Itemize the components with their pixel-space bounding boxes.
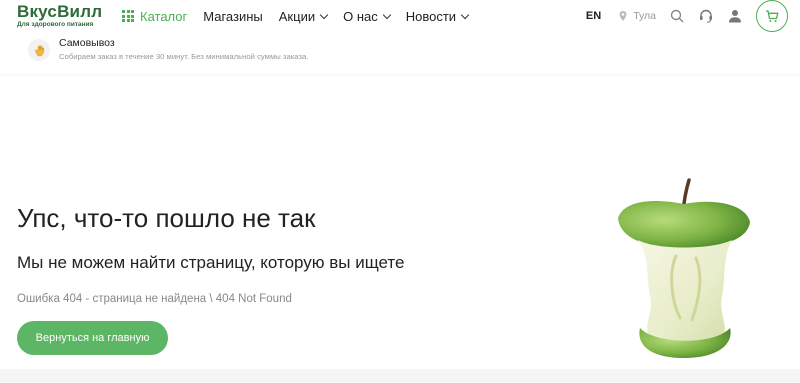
error-title: Упс, что-то пошло не так [17, 203, 316, 233]
city-label: Тула [633, 10, 656, 22]
nav-stores-label: Магазины [203, 8, 263, 24]
pickup-info[interactable]: Самовывоз Собираем заказ в течение 30 ми… [28, 37, 334, 61]
header-actions: EN Тула [586, 0, 788, 32]
nav-about[interactable]: О нас [343, 8, 391, 24]
support-icon [700, 9, 712, 23]
nav-promos-label: Акции [278, 8, 316, 24]
pickup-description: Собираем заказ в течение 30 минут. Без м… [59, 52, 309, 61]
nav-news[interactable]: Новости [405, 8, 470, 24]
main-nav: Каталог Магазины Акции О нас Новости [122, 7, 484, 25]
cart-button[interactable] [756, 0, 788, 32]
hand-icon [28, 39, 50, 61]
user-icon [729, 10, 741, 23]
cart-icon [766, 10, 779, 22]
nav-catalog[interactable]: Каталог [122, 9, 187, 24]
chevron-down-icon [382, 10, 391, 19]
pickup-title: Самовывоз [59, 37, 115, 49]
nav-stores[interactable]: Магазины [203, 9, 263, 24]
back-home-button[interactable]: Вернуться на главную [17, 321, 168, 355]
pickup-text: Самовывоз Собираем заказ в течение 30 ми… [59, 37, 334, 61]
logo-tagline: Для здорового питания [17, 21, 94, 28]
apple-core-image [610, 178, 760, 365]
search-button[interactable] [670, 9, 684, 23]
chevron-down-icon [460, 10, 470, 19]
chevron-down-icon [319, 10, 329, 19]
language-switch[interactable]: EN [586, 10, 601, 22]
search-icon [670, 9, 684, 23]
city-selector[interactable]: Тула [617, 10, 656, 22]
location-pin-icon [619, 11, 627, 21]
nav-promos[interactable]: Акции [278, 8, 329, 24]
logo-name: ВкусВилл [17, 2, 103, 21]
error-code-text: Ошибка 404 - страница не найдена \ 404 N… [17, 293, 292, 305]
error-subtitle: Мы не можем найти страницу, которую вы и… [17, 253, 405, 272]
profile-button[interactable] [728, 9, 742, 23]
grid-icon [122, 10, 134, 22]
header: ВкусВилл Для здорового питания Каталог М… [0, 0, 800, 74]
nav-news-label: Новости [405, 8, 457, 24]
support-button[interactable] [698, 8, 714, 24]
nav-catalog-label: Каталог [140, 8, 188, 24]
footer-strip [0, 369, 800, 383]
nav-about-label: О нас [343, 8, 378, 24]
logo[interactable]: ВкусВилл Для здорового питания [17, 3, 102, 29]
